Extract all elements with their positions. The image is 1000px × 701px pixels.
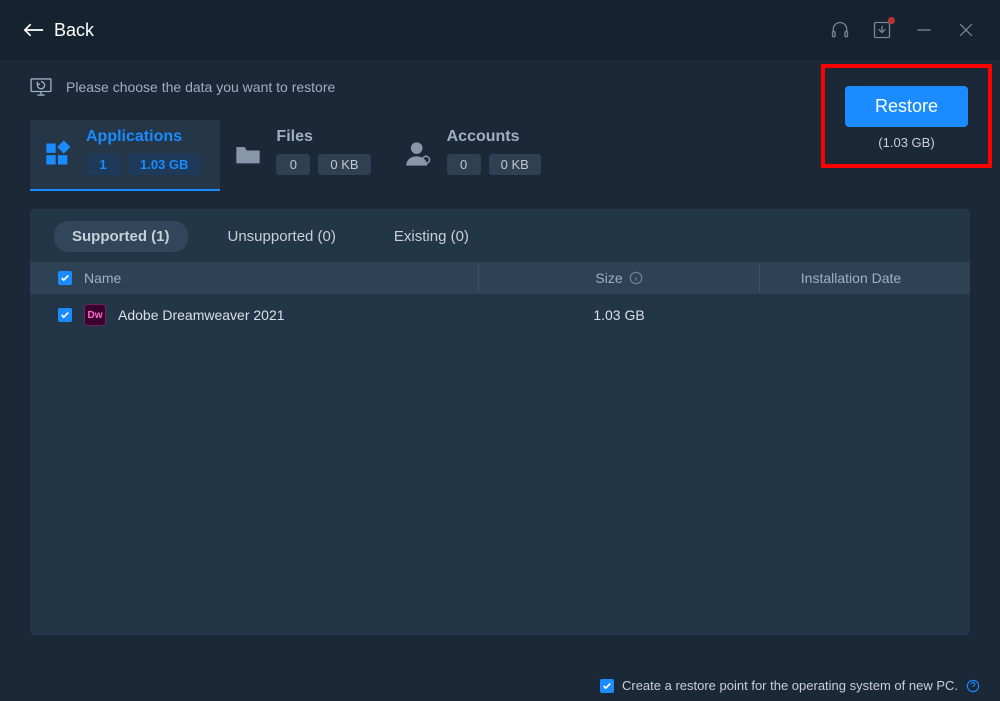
tab-accounts[interactable]: Accounts 0 0 KB bbox=[391, 120, 561, 191]
folder-icon bbox=[234, 138, 262, 170]
headset-icon[interactable] bbox=[830, 20, 850, 40]
select-all-checkbox[interactable] bbox=[58, 271, 72, 285]
col-name-header: Name bbox=[84, 270, 121, 286]
filter-existing[interactable]: Existing (0) bbox=[376, 221, 487, 252]
tab-applications[interactable]: Applications 1 1.03 GB bbox=[30, 120, 220, 191]
files-count-badge: 0 bbox=[276, 154, 310, 175]
restore-button[interactable]: Restore bbox=[845, 86, 968, 127]
instruction-text: Please choose the data you want to resto… bbox=[66, 79, 335, 95]
tab-files[interactable]: Files 0 0 KB bbox=[220, 120, 390, 191]
table-header: Name Size Installation Date bbox=[30, 262, 970, 294]
filter-tabs: Supported (1) Unsupported (0) Existing (… bbox=[30, 221, 970, 262]
back-button[interactable]: Back bbox=[24, 20, 94, 41]
tab-accounts-label: Accounts bbox=[447, 128, 541, 146]
restore-point-checkbox[interactable] bbox=[600, 679, 614, 693]
main-panel: Supported (1) Unsupported (0) Existing (… bbox=[30, 209, 970, 635]
window-controls bbox=[830, 20, 976, 40]
restore-size-label: (1.03 GB) bbox=[878, 135, 934, 150]
info-icon[interactable] bbox=[629, 271, 643, 285]
top-area: Applications 1 1.03 GB Files 0 0 KB bbox=[30, 120, 970, 191]
help-icon[interactable] bbox=[966, 679, 980, 693]
notification-dot bbox=[888, 17, 895, 24]
row-checkbox[interactable] bbox=[58, 308, 72, 322]
minimize-button[interactable] bbox=[914, 20, 934, 40]
tab-files-label: Files bbox=[276, 128, 370, 146]
row-name: Adobe Dreamweaver 2021 bbox=[118, 307, 285, 323]
titlebar: Back bbox=[0, 0, 1000, 60]
table-row[interactable]: Dw Adobe Dreamweaver 2021 1.03 GB bbox=[30, 294, 970, 336]
col-date-header: Installation Date bbox=[760, 270, 942, 286]
filter-supported[interactable]: Supported (1) bbox=[54, 221, 188, 252]
category-tabs: Applications 1 1.03 GB Files 0 0 KB bbox=[30, 120, 561, 191]
accounts-count-badge: 0 bbox=[447, 154, 481, 175]
close-button[interactable] bbox=[956, 20, 976, 40]
col-size-header: Size bbox=[595, 270, 622, 286]
download-icon[interactable] bbox=[872, 20, 892, 40]
apps-icon bbox=[44, 138, 72, 170]
app-icon: Dw bbox=[84, 304, 106, 326]
content-area: Please choose the data you want to resto… bbox=[0, 60, 1000, 645]
restore-point-label: Create a restore point for the operating… bbox=[622, 678, 958, 693]
footer: Create a restore point for the operating… bbox=[600, 678, 980, 693]
back-label: Back bbox=[54, 20, 94, 41]
apps-size-badge: 1.03 GB bbox=[128, 154, 200, 175]
row-size: 1.03 GB bbox=[479, 307, 759, 323]
monitor-refresh-icon bbox=[30, 78, 52, 96]
tab-applications-label: Applications bbox=[86, 128, 200, 146]
table-body: Dw Adobe Dreamweaver 2021 1.03 GB bbox=[30, 294, 970, 635]
user-gear-icon bbox=[405, 138, 433, 170]
filter-unsupported[interactable]: Unsupported (0) bbox=[210, 221, 354, 252]
apps-count-badge: 1 bbox=[86, 154, 120, 175]
arrow-left-icon bbox=[24, 22, 44, 38]
files-size-badge: 0 KB bbox=[318, 154, 370, 175]
accounts-size-badge: 0 KB bbox=[489, 154, 541, 175]
restore-highlight-box: Restore (1.03 GB) bbox=[821, 64, 992, 168]
